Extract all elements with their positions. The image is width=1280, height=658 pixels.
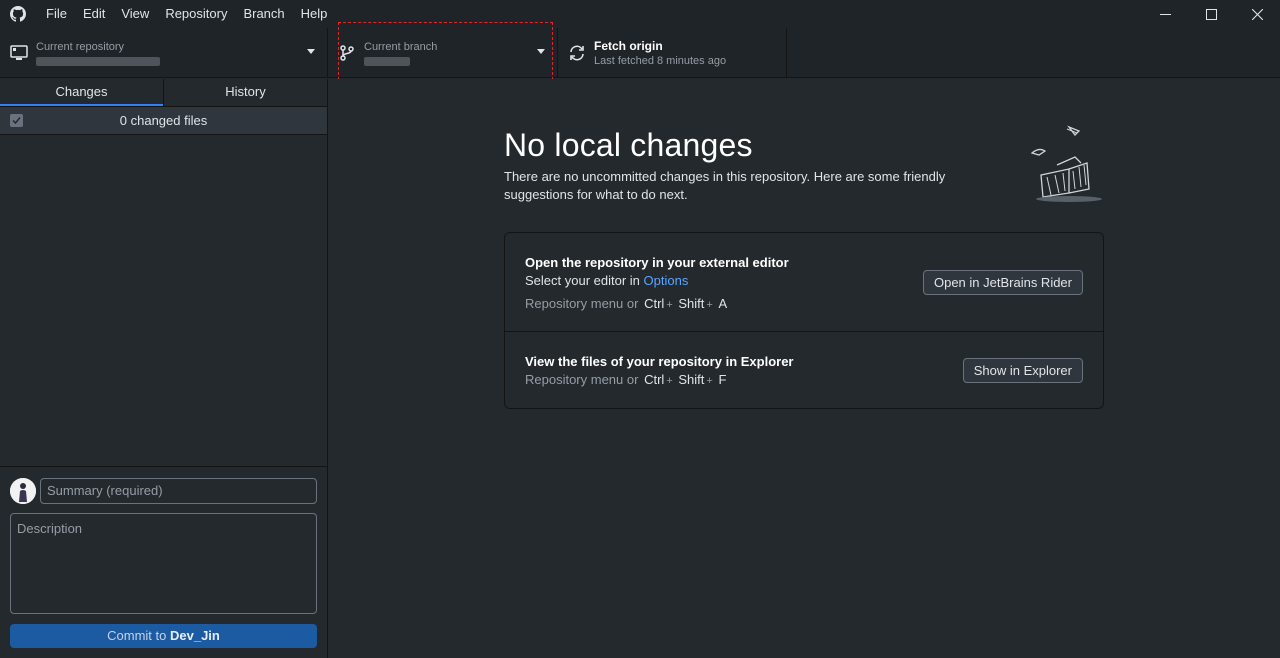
show-explorer-shortcut-hint: Repository menu or Ctrl + Shift + F bbox=[525, 372, 728, 387]
open-editor-description-text: Select your editor in bbox=[525, 273, 644, 288]
commit-button-prefix: Commit to bbox=[107, 628, 170, 643]
shortcut-key-shift: Shift bbox=[678, 296, 705, 311]
open-editor-shortcut-hint: Repository menu or Ctrl + Shift + A bbox=[525, 296, 729, 311]
branch-name-redacted bbox=[364, 57, 410, 66]
show-in-explorer-button[interactable]: Show in Explorer bbox=[962, 358, 1083, 383]
show-explorer-title: View the files of your repository in Exp… bbox=[525, 354, 794, 369]
description-input[interactable]: Description bbox=[10, 513, 317, 614]
shortcut-key-f: F bbox=[718, 372, 727, 387]
shortcut-key-shift: Shift bbox=[678, 372, 705, 387]
current-branch-button[interactable]: Current branch bbox=[328, 28, 558, 78]
shortcut-plus: + bbox=[706, 375, 713, 387]
open-in-jetbrains-rider-button[interactable]: Open in JetBrains Rider bbox=[922, 270, 1083, 295]
toolbar: Current repository Current branch Fetch … bbox=[0, 28, 1280, 78]
repository-name-redacted bbox=[36, 57, 160, 66]
commit-branch-name: Dev_Jin bbox=[169, 628, 220, 643]
current-repository-label: Current repository bbox=[36, 41, 125, 53]
window-controls bbox=[1142, 0, 1280, 28]
main-content: No local changes There are no uncommitte… bbox=[329, 79, 1280, 658]
tab-history[interactable]: History bbox=[163, 79, 327, 106]
minimize-button[interactable] bbox=[1142, 0, 1188, 28]
minimize-icon bbox=[1159, 13, 1171, 15]
avatar bbox=[10, 478, 36, 504]
shortcut-plus: + bbox=[666, 299, 673, 311]
chevron-down-icon bbox=[537, 49, 545, 54]
options-link[interactable]: Options bbox=[644, 273, 689, 288]
menu-file[interactable]: File bbox=[38, 0, 75, 28]
shortcut-key-ctrl: Ctrl bbox=[644, 372, 665, 387]
title-bar: File Edit View Repository Branch Help bbox=[0, 0, 1280, 28]
sidebar: Changes History 0 changed files Summary … bbox=[0, 79, 328, 658]
user-avatar-icon bbox=[10, 478, 36, 504]
tab-changes[interactable]: Changes bbox=[0, 79, 163, 106]
fetch-origin-button[interactable]: Fetch origin Last fetched 8 minutes ago bbox=[558, 28, 787, 78]
current-branch-label: Current branch bbox=[364, 41, 438, 53]
maximize-icon bbox=[1205, 8, 1217, 20]
menu-view[interactable]: View bbox=[113, 0, 157, 28]
page-title: No local changes bbox=[504, 127, 753, 163]
sidebar-tabs: Changes History bbox=[0, 79, 327, 107]
current-repository-button[interactable]: Current repository bbox=[0, 28, 328, 78]
fetch-origin-title: Fetch origin bbox=[594, 39, 663, 53]
shortcut-plus: + bbox=[666, 375, 673, 387]
commit-button[interactable]: Commit to Dev_Jin bbox=[10, 624, 317, 648]
changed-files-count: 0 changed files bbox=[119, 113, 208, 128]
menu-edit[interactable]: Edit bbox=[75, 0, 113, 28]
suggested-actions: Open the repository in your external edi… bbox=[504, 232, 1104, 409]
action-show-explorer: View the files of your repository in Exp… bbox=[505, 332, 1103, 408]
shortcut-key-a: A bbox=[718, 296, 728, 311]
github-logo-icon bbox=[10, 6, 26, 22]
action-open-editor: Open the repository in your external edi… bbox=[505, 233, 1103, 332]
chevron-down-icon bbox=[307, 49, 315, 54]
menu-branch[interactable]: Branch bbox=[235, 0, 292, 28]
open-editor-description: Select your editor in Options bbox=[525, 273, 688, 288]
maximize-button[interactable] bbox=[1188, 0, 1234, 28]
shortcut-hint-prefix: Repository menu or bbox=[525, 372, 639, 387]
commit-form: Summary (required) Description Commit to… bbox=[0, 466, 327, 658]
summary-input[interactable]: Summary (required) bbox=[40, 478, 317, 504]
close-icon bbox=[1251, 8, 1263, 20]
sync-icon bbox=[570, 45, 584, 61]
empty-state-illustration bbox=[1030, 125, 1102, 202]
shortcut-key-ctrl: Ctrl bbox=[644, 296, 665, 311]
git-branch-icon bbox=[340, 45, 354, 61]
shortcut-plus: + bbox=[706, 299, 713, 311]
last-fetched-text: Last fetched 8 minutes ago bbox=[594, 55, 727, 67]
open-editor-title: Open the repository in your external edi… bbox=[525, 255, 789, 270]
menu-repository[interactable]: Repository bbox=[157, 0, 235, 28]
close-window-button[interactable] bbox=[1234, 0, 1280, 28]
page-subtitle: There are no uncommitted changes in this… bbox=[504, 169, 946, 202]
monitor-repo-icon bbox=[10, 45, 28, 60]
menu-help[interactable]: Help bbox=[293, 0, 336, 28]
shortcut-hint-prefix: Repository menu or bbox=[525, 296, 639, 311]
changes-list-header: 0 changed files bbox=[0, 107, 327, 135]
